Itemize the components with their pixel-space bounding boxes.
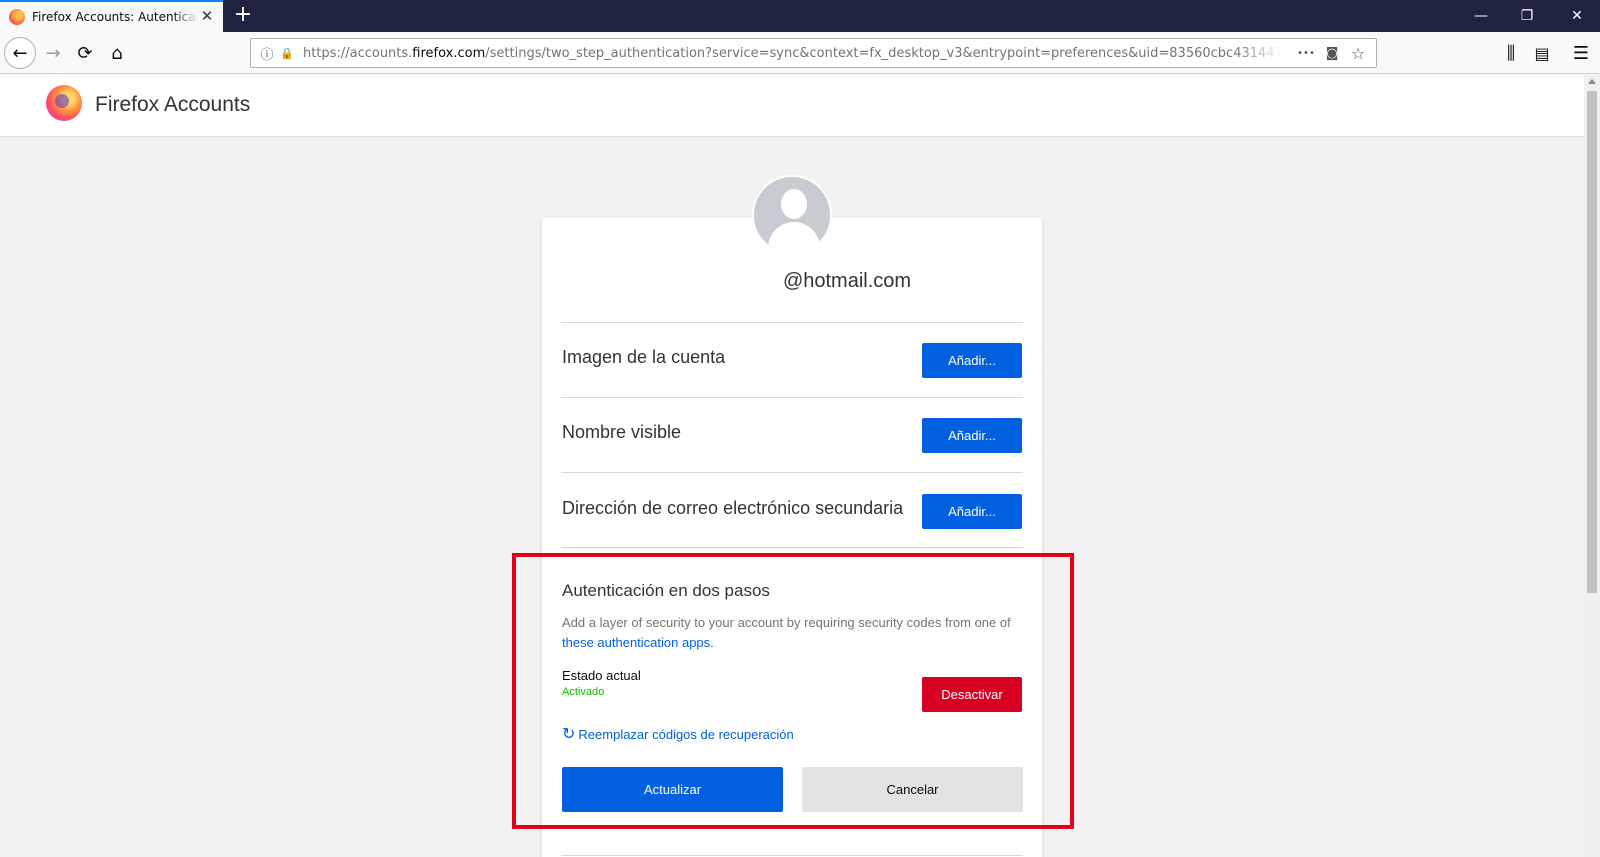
back-button[interactable]: ← [4,37,36,69]
reload-button[interactable]: ⟳ [69,37,101,69]
display-name-label: Nombre visible [562,422,682,442]
title-bar: Firefox Accounts: Autenticación ✕ + — ❐ … [0,0,1600,32]
divider [561,547,1023,548]
pocket-icon[interactable]: ◙ [1322,43,1342,63]
divider [561,472,1023,473]
home-button[interactable]: ⌂ [101,37,133,69]
divider [561,855,1023,856]
avatar[interactable] [752,175,832,255]
minimize-button[interactable]: — [1458,0,1504,32]
close-window-button[interactable]: ✕ [1554,0,1600,32]
url-text[interactable]: https://accounts.firefox.com/settings/tw… [303,46,1283,61]
lock-icon[interactable]: 🔒 [277,43,297,63]
divider [561,397,1023,398]
library-icon[interactable]: ⫼ [1495,37,1527,69]
scroll-thumb[interactable] [1587,91,1597,593]
url-path: /settings/two_step_authentication?servic… [485,45,1283,61]
new-tab-button[interactable]: + [231,4,255,28]
avatar-head-shape [781,189,807,219]
firefox-favicon-icon [9,9,25,25]
navigation-bar: ← → ⟳ ⌂ ⓘ 🔒 https://accounts.firefox.com… [0,32,1600,74]
menu-icon[interactable]: ☰ [1565,37,1597,69]
scroll-up-arrow-icon[interactable] [1588,79,1596,84]
avatar-body-shape [768,222,820,253]
add-secondary-email-button[interactable]: Añadir... [922,494,1022,529]
page-scrollbar[interactable] [1584,75,1600,857]
sidebar-icon[interactable]: ▤ [1526,37,1558,69]
account-email: @hotmail.com [782,270,912,292]
tab-title: Firefox Accounts: Autenticación [32,10,198,24]
highlight-box [512,553,1074,829]
page-content: Firefox Accounts @hotmail.com Imagen de … [0,75,1584,857]
page-actions-icon[interactable]: ••• [1296,43,1316,63]
url-bar[interactable]: ⓘ 🔒 https://accounts.firefox.com/setting… [250,38,1377,68]
forward-button[interactable]: → [37,37,69,69]
add-account-image-button[interactable]: Añadir... [922,343,1022,378]
restore-button[interactable]: ❐ [1504,0,1550,32]
browser-tab[interactable]: Firefox Accounts: Autenticación ✕ [0,0,223,32]
fxa-header: Firefox Accounts [0,75,1584,137]
secondary-email-label: Dirección de correo electrónico secundar… [562,498,904,518]
header-title: Firefox Accounts [95,93,251,116]
info-icon[interactable]: ⓘ [257,43,277,63]
divider [561,322,1023,323]
bookmark-star-icon[interactable]: ☆ [1348,43,1368,63]
url-domain: firefox.com [412,45,486,61]
firefox-logo-icon[interactable] [46,85,82,121]
tab-close-icon[interactable]: ✕ [199,8,215,24]
account-image-label: Imagen de la cuenta [562,347,726,367]
add-display-name-button[interactable]: Añadir... [922,418,1022,453]
url-prefix: https://accounts. [303,45,413,61]
